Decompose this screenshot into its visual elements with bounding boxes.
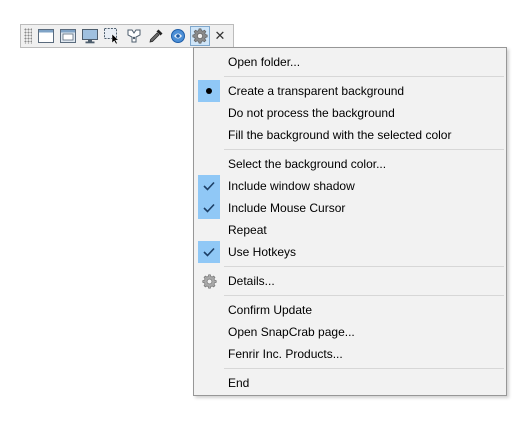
menu-item-label: Confirm Update xyxy=(228,303,313,317)
toolbar-close-button[interactable]: ✕ xyxy=(213,26,227,46)
menu-item-select-background-color[interactable]: Select the background color... xyxy=(194,153,506,175)
browser-button[interactable] xyxy=(168,26,188,46)
menu-item-repeat[interactable]: Repeat xyxy=(194,219,506,241)
bullet-icon xyxy=(206,88,212,94)
menu-item-details[interactable]: Details... xyxy=(194,270,506,292)
check-mark xyxy=(198,241,220,263)
menu-item-label: Fill the background with the selected co… xyxy=(228,128,452,142)
menu-gutter xyxy=(198,299,220,321)
close-icon: ✕ xyxy=(214,28,226,44)
menu-item-label: End xyxy=(228,376,250,390)
menu-separator xyxy=(194,292,506,299)
menu-item-label: Open folder... xyxy=(228,55,301,69)
toolbar-grip-handle[interactable] xyxy=(24,28,32,44)
radio-mark xyxy=(198,80,220,102)
menu-gutter xyxy=(198,102,220,124)
fullscreen-capture-button[interactable] xyxy=(80,26,100,46)
region-capture-icon xyxy=(104,28,120,44)
menu-gutter xyxy=(198,270,220,292)
checkmark-icon xyxy=(203,181,215,191)
menu-gutter xyxy=(198,153,220,175)
settings-icon xyxy=(192,28,208,44)
menu-gutter xyxy=(198,372,220,394)
menu-item-open-folder[interactable]: Open folder... xyxy=(194,51,506,73)
menu-gutter xyxy=(198,51,220,73)
menu-separator xyxy=(194,73,506,80)
menu-item-no-background-processing[interactable]: Do not process the background xyxy=(194,102,506,124)
menu-item-label: Fenrir Inc. Products... xyxy=(228,347,343,361)
menu-item-confirm-update[interactable]: Confirm Update xyxy=(194,299,506,321)
window-client-capture-icon xyxy=(60,29,76,43)
settings-context-menu: Open folder... Create a transparent back… xyxy=(193,47,507,396)
menu-gutter xyxy=(198,321,220,343)
menu-item-label: Include Mouse Cursor xyxy=(228,201,346,215)
window-client-capture-button[interactable] xyxy=(58,26,78,46)
color-picker-icon xyxy=(149,29,163,43)
fullscreen-capture-icon xyxy=(82,28,98,43)
snapcrab-toolbar: ✕ xyxy=(20,24,234,48)
checkmark-icon xyxy=(203,247,215,257)
menu-gutter xyxy=(198,343,220,365)
check-mark xyxy=(198,197,220,219)
menu-item-label: Repeat xyxy=(228,223,267,237)
menu-item-label: Create a transparent background xyxy=(228,84,405,98)
window-capture-button[interactable] xyxy=(36,26,56,46)
menu-item-include-mouse-cursor[interactable]: Include Mouse Cursor xyxy=(194,197,506,219)
checkmark-icon xyxy=(203,203,215,213)
web-capture-icon xyxy=(127,29,141,43)
menu-item-fenrir-products[interactable]: Fenrir Inc. Products... xyxy=(194,343,506,365)
menu-item-open-snapcrab-page[interactable]: Open SnapCrab page... xyxy=(194,321,506,343)
menu-item-label: Select the background color... xyxy=(228,157,387,171)
menu-item-label: Details... xyxy=(228,274,275,288)
settings-button[interactable] xyxy=(190,26,210,46)
menu-separator xyxy=(194,146,506,153)
window-capture-icon xyxy=(38,29,54,43)
web-capture-button[interactable] xyxy=(124,26,144,46)
menu-item-end[interactable]: End xyxy=(194,372,506,394)
menu-item-label: Include window shadow xyxy=(228,179,355,193)
menu-item-include-window-shadow[interactable]: Include window shadow xyxy=(194,175,506,197)
menu-item-use-hotkeys[interactable]: Use Hotkeys xyxy=(194,241,506,263)
color-picker-button[interactable] xyxy=(146,26,166,46)
menu-item-label: Open SnapCrab page... xyxy=(228,325,355,339)
check-mark xyxy=(198,175,220,197)
menu-item-transparent-background[interactable]: Create a transparent background xyxy=(194,80,506,102)
menu-item-fill-background[interactable]: Fill the background with the selected co… xyxy=(194,124,506,146)
region-capture-button[interactable] xyxy=(102,26,122,46)
menu-gutter xyxy=(198,219,220,241)
desktop-stage: ✕ Open folder... Create a transparent ba… xyxy=(0,0,530,435)
menu-item-label: Do not process the background xyxy=(228,106,395,120)
gear-icon xyxy=(201,273,217,289)
menu-separator xyxy=(194,365,506,372)
browser-icon xyxy=(171,29,185,43)
menu-gutter xyxy=(198,124,220,146)
menu-item-label: Use Hotkeys xyxy=(228,245,297,259)
menu-separator xyxy=(194,263,506,270)
